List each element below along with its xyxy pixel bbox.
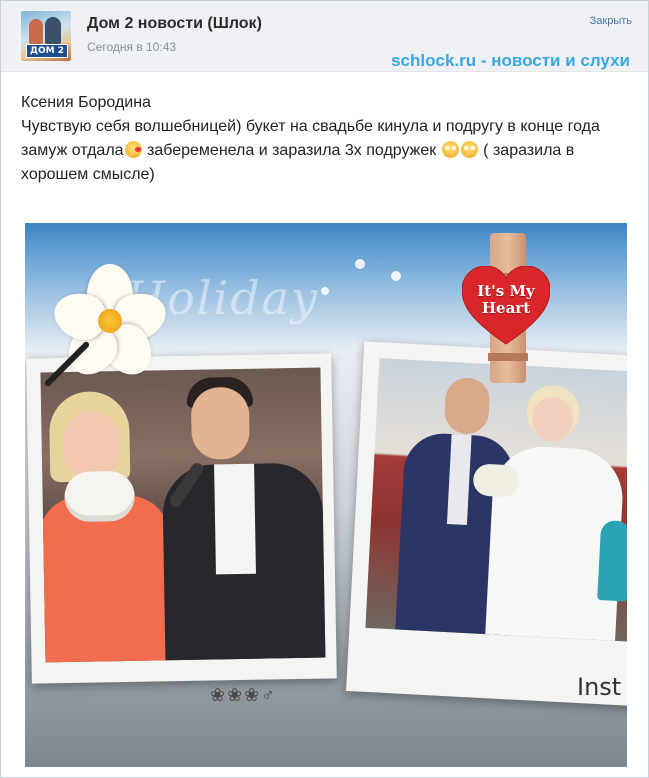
post-author-line: Ксения Бородина <box>21 94 151 111</box>
bokeh-dot <box>321 287 329 295</box>
bride-face <box>531 396 574 443</box>
avatar-figure <box>45 17 61 45</box>
decorative-stamps: ❀❀❀♂ <box>210 685 277 705</box>
corner-caption: Inst <box>577 673 622 701</box>
clothespin-band <box>488 353 528 361</box>
bouquet <box>64 470 136 523</box>
man-head <box>190 386 250 460</box>
post-timestamp[interactable]: Сегодня в 10:43 <box>87 40 176 54</box>
bouquet <box>472 463 521 498</box>
polaroid-right <box>346 341 627 707</box>
group-avatar[interactable]: ДОМ 2 <box>21 11 71 61</box>
post-header: ДОМ 2 Дом 2 новости (Шлок) Сегодня в 10:… <box>1 1 648 72</box>
child-figure <box>597 520 627 602</box>
polaroid-left <box>26 353 337 684</box>
post-card: ДОМ 2 Дом 2 новости (Шлок) Сегодня в 10:… <box>0 0 649 778</box>
post-text-segment: забеременела и заразила 3х подружек <box>142 142 441 159</box>
bokeh-dot <box>391 271 401 281</box>
heart-label-line: It's My <box>477 282 535 300</box>
flower-center <box>98 309 122 333</box>
photo-wedding-couple <box>365 358 627 642</box>
post-photo[interactable]: Holiday It's My Heart ❀❀❀♂ Inst <box>25 201 627 767</box>
avatar-logo: ДОМ 2 <box>26 44 68 58</box>
heart-label: It's My Heart <box>466 283 546 317</box>
avatar-figure <box>29 19 43 45</box>
site-watermark: schlock.ru - новости и слухи <box>391 51 630 70</box>
man-shirt <box>214 463 256 575</box>
flushed-emoji-icon <box>441 141 459 158</box>
groom-head <box>443 376 491 435</box>
post-body: Ксения Бородина Чувствую себя волшебнице… <box>21 91 626 187</box>
group-name-link[interactable]: Дом 2 новости (Шлок) <box>87 15 262 33</box>
flushed-emoji-icon <box>460 141 478 158</box>
close-button[interactable]: Закрыть <box>590 15 632 27</box>
kiss-emoji-icon <box>124 141 142 158</box>
photo-bride-and-host <box>40 367 326 663</box>
post-paragraph: Чувствую себя волшебницей) букет на свад… <box>21 115 626 187</box>
heart-label-line: Heart <box>481 299 531 317</box>
bokeh-dot <box>355 259 365 269</box>
